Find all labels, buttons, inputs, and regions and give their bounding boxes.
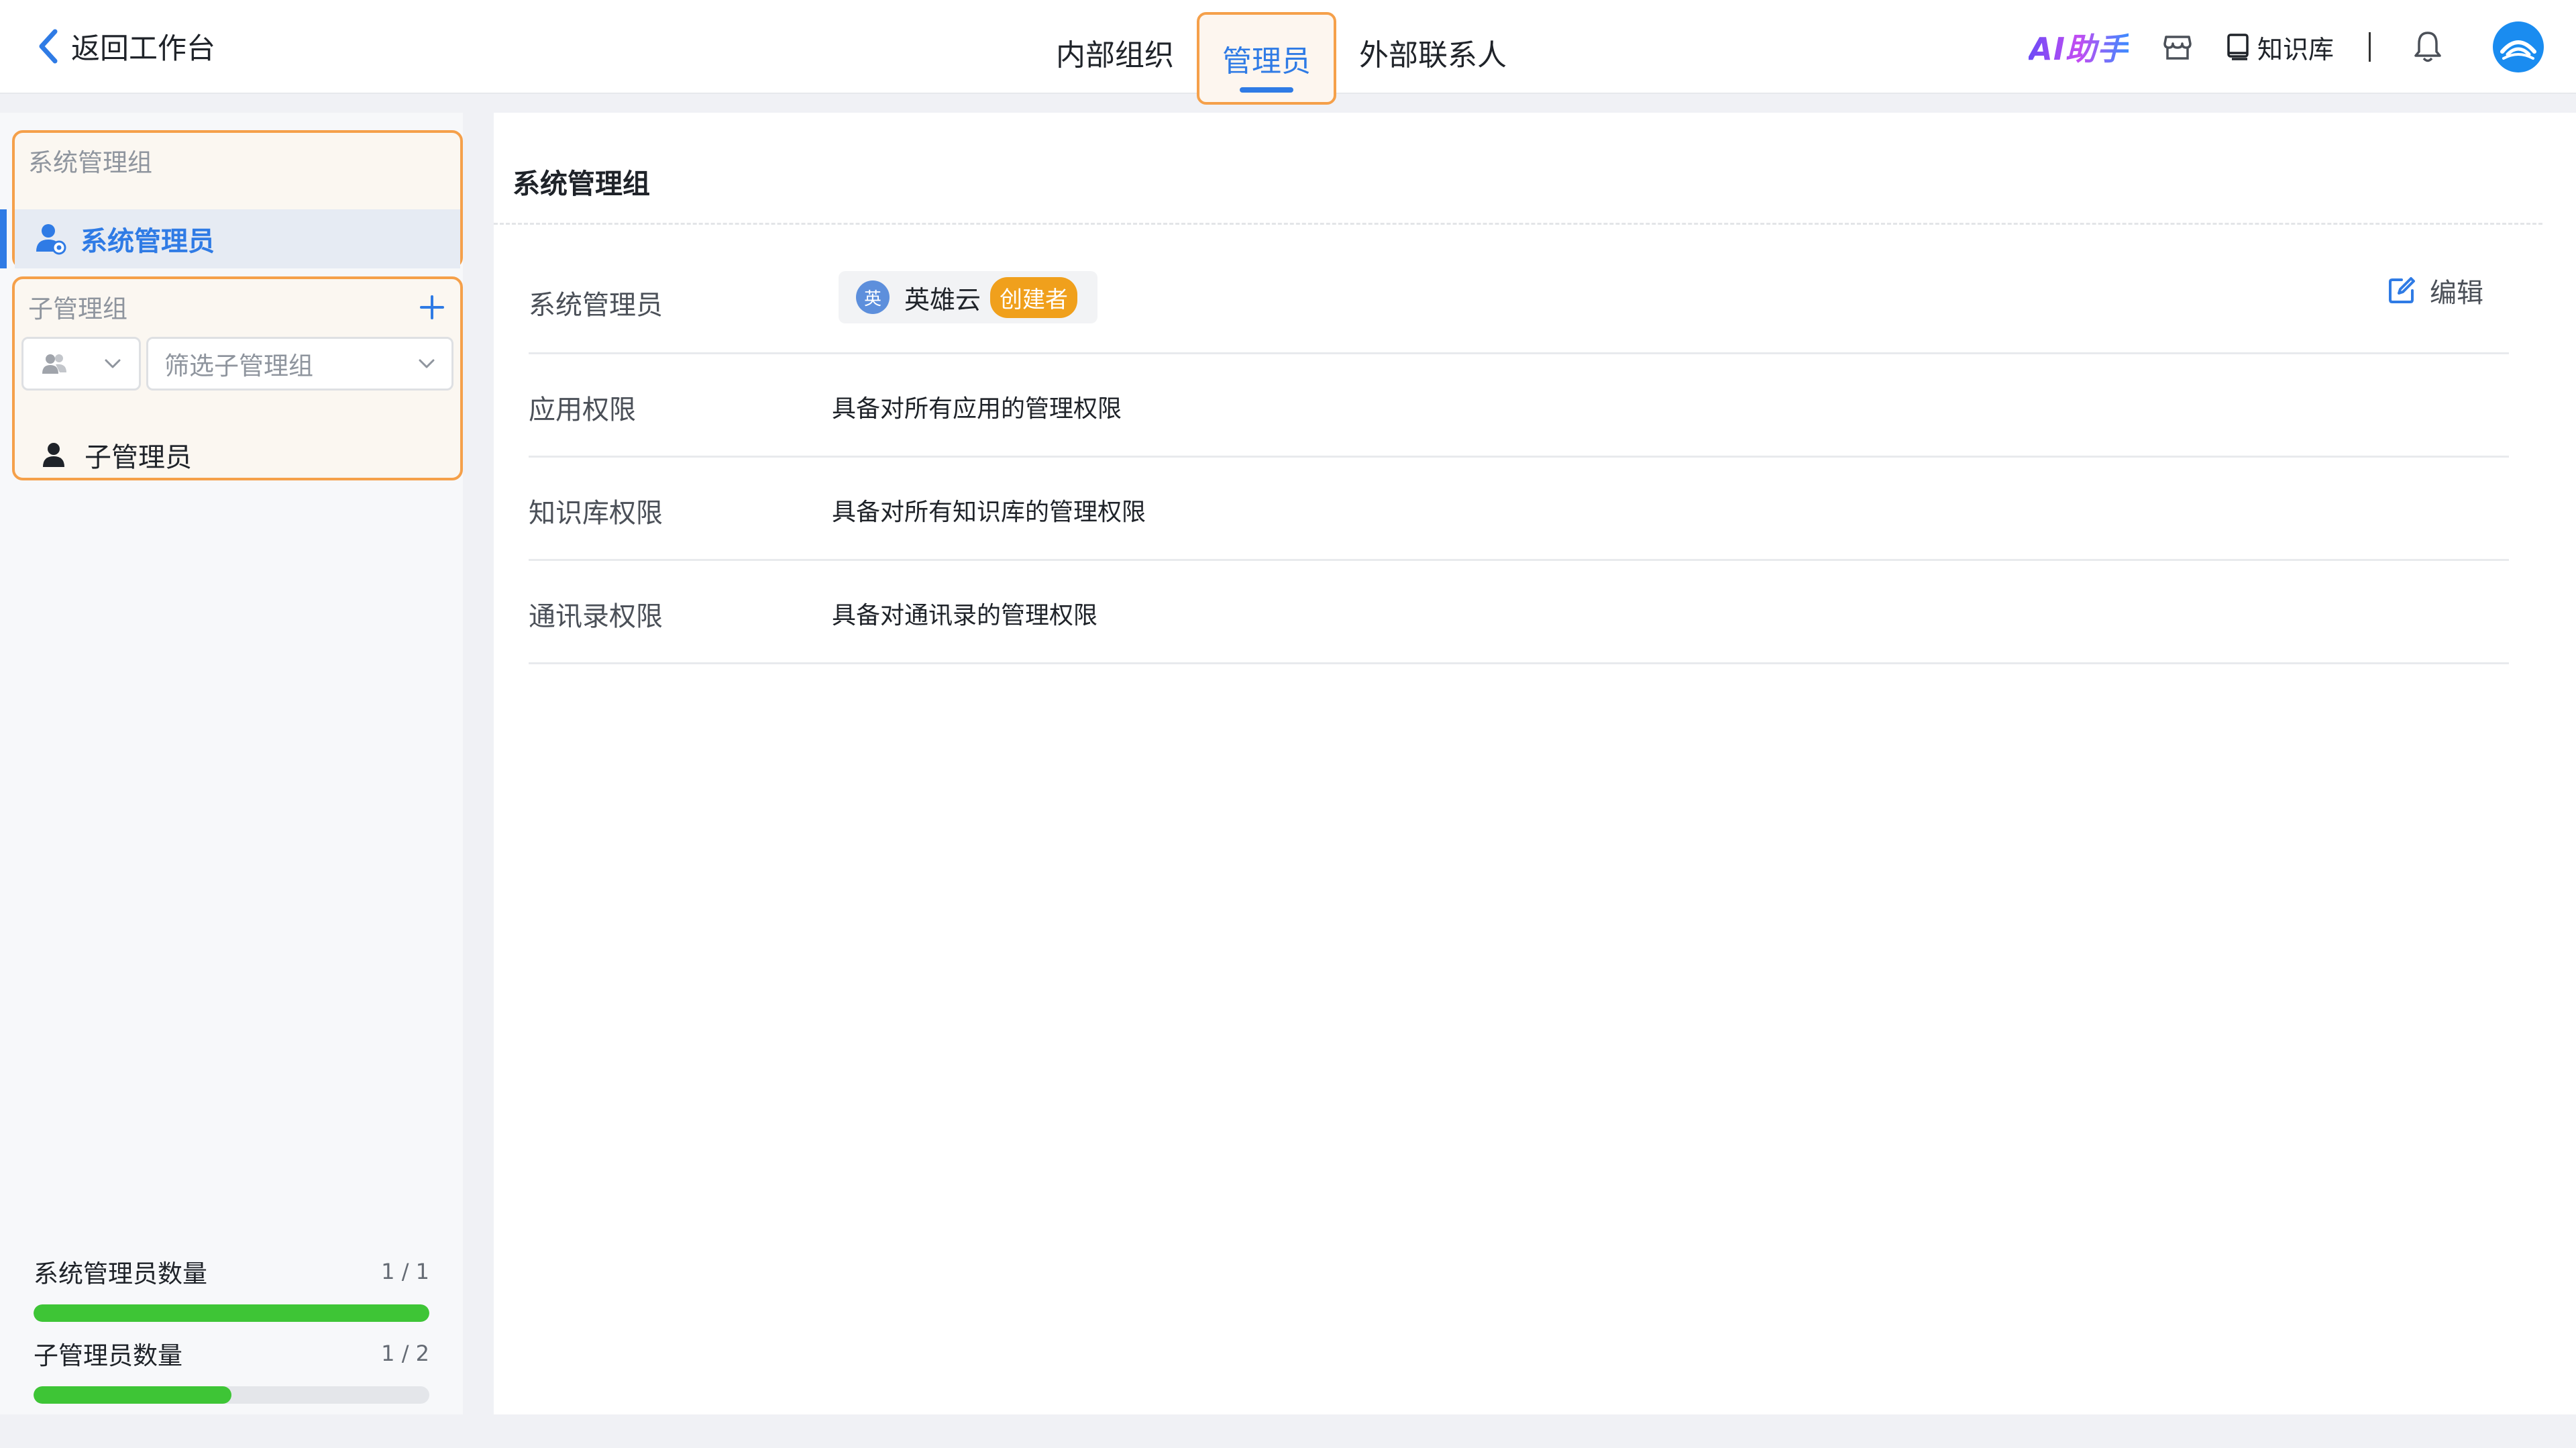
row-value: 具备对通讯录的管理权限 xyxy=(832,602,1098,629)
row-value: 具备对所有应用的管理权限 xyxy=(832,395,1122,423)
tab-admin[interactable]: 管理员 xyxy=(1197,12,1336,105)
edit-label: 编辑 xyxy=(2430,278,2483,309)
quota-name: 系统管理员数量 xyxy=(34,1259,207,1288)
member-chip[interactable]: 英 英雄云 创建者 xyxy=(839,271,1098,323)
member-name: 英雄云 xyxy=(904,285,981,315)
admin-detail-panel: 系统管理组 系统管理员 英 英雄云 创建者 编辑 应用权限 具备对所有应用的管理… xyxy=(494,113,2576,1414)
ai-assistant-button[interactable]: AI助手 xyxy=(2029,25,2129,69)
sub-admin-group: 子管理组 筛选子管理组 子管理员 xyxy=(12,276,463,480)
quota-name: 子管理员数量 xyxy=(34,1341,182,1370)
chevron-down-icon xyxy=(419,359,435,368)
book-icon xyxy=(2227,34,2249,60)
bell-icon[interactable] xyxy=(2412,30,2443,64)
avatar: 英 xyxy=(856,280,890,314)
app-logo-icon[interactable] xyxy=(2493,21,2544,72)
chevron-left-icon xyxy=(39,29,58,64)
sidebar-item-label: 子管理员 xyxy=(85,442,192,473)
sub-group-filter-select[interactable]: 筛选子管理组 xyxy=(146,337,453,391)
top-bar: 返回工作台 内部组织 管理员 外部联系人 AI助手 知识库 xyxy=(0,0,2576,105)
sidebar-item-label: 系统管理员 xyxy=(80,226,215,257)
row-label: 系统管理员 xyxy=(529,290,663,321)
page-title: 系统管理组 xyxy=(513,168,650,200)
group-icon xyxy=(42,354,66,374)
edit-icon xyxy=(2389,277,2415,303)
quota-progress-fill xyxy=(34,1386,231,1404)
creator-badge: 创建者 xyxy=(990,276,1078,318)
title-divider xyxy=(494,223,2542,225)
detail-row-contacts-permission: 通讯录权限 具备对通讯录的管理权限 xyxy=(529,561,2509,664)
edit-button[interactable]: 编辑 xyxy=(2387,271,2483,310)
chevron-down-icon xyxy=(105,359,121,368)
admin-sidebar: 系统管理组 系统管理员 子管理组 筛选子管理组 子管理员 系统管理员数量 1 /… xyxy=(0,113,463,1414)
quota-progress-track xyxy=(34,1304,429,1322)
system-admin-group: 系统管理组 系统管理员 xyxy=(0,130,463,268)
system-group-title: 系统管理组 xyxy=(28,148,152,177)
tab-internal-org[interactable]: 内部组织 xyxy=(1033,12,1197,93)
detail-row-app-permission: 应用权限 具备对所有应用的管理权限 xyxy=(529,354,2509,458)
header-tools: AI助手 知识库 xyxy=(2029,20,2544,74)
back-to-workbench-button[interactable]: 返回工作台 xyxy=(35,24,215,68)
user-icon xyxy=(43,443,64,467)
quota-count: 1 / 2 xyxy=(381,1341,429,1366)
filter-placeholder: 筛选子管理组 xyxy=(164,352,313,380)
sidebar-item-sub-admin[interactable]: 子管理员 xyxy=(15,428,460,482)
tab-label: 内部组织 xyxy=(1056,38,1174,72)
sidebar-item-system-admin[interactable]: 系统管理员 xyxy=(0,209,460,268)
system-admin-quota: 系统管理员数量 1 / 1 xyxy=(34,1253,429,1322)
detail-row-system-admin: 系统管理员 英 英雄云 创建者 编辑 xyxy=(529,247,2509,354)
main-tabs: 内部组织 管理员 外部联系人 xyxy=(1033,12,1529,105)
active-tab-indicator xyxy=(1240,87,1293,93)
row-value: 具备对所有知识库的管理权限 xyxy=(832,499,1146,526)
detail-row-kb-permission: 知识库权限 具备对所有知识库的管理权限 xyxy=(529,458,2509,561)
sub-admin-quota: 子管理员数量 1 / 2 xyxy=(34,1335,429,1404)
store-icon[interactable] xyxy=(2162,32,2193,62)
tab-label: 外部联系人 xyxy=(1359,38,1507,72)
row-label: 知识库权限 xyxy=(529,498,663,529)
row-label: 应用权限 xyxy=(529,395,636,425)
knowledge-base-label: 知识库 xyxy=(2257,34,2334,64)
quota-count: 1 / 1 xyxy=(381,1259,429,1284)
back-label: 返回工作台 xyxy=(71,32,215,66)
tab-external-contacts[interactable]: 外部联系人 xyxy=(1336,12,1529,93)
plus-icon[interactable] xyxy=(417,293,447,322)
group-type-select[interactable] xyxy=(21,337,141,391)
tab-label: 管理员 xyxy=(1222,44,1311,79)
app-logo-mark xyxy=(2500,40,2536,60)
admin-user-icon xyxy=(36,224,66,255)
quota-progress-fill xyxy=(34,1304,429,1322)
row-label: 通讯录权限 xyxy=(529,601,663,632)
knowledge-base-button[interactable]: 知识库 xyxy=(2225,29,2334,66)
divider xyxy=(2369,32,2371,62)
sub-group-title: 子管理组 xyxy=(28,295,127,323)
quota-progress-track xyxy=(34,1386,429,1404)
